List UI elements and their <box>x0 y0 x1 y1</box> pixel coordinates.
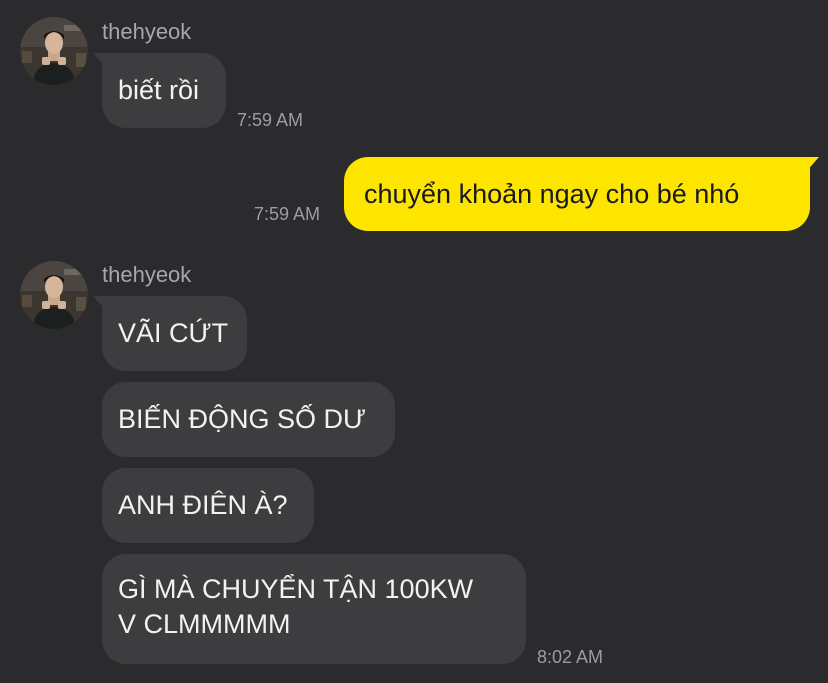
message-timestamp: 7:59 AM <box>254 204 321 224</box>
message-timestamp: 8:02 AM <box>537 647 604 667</box>
sender-name: thehyeok <box>102 262 192 287</box>
sender-avatar[interactable] <box>20 261 88 329</box>
message-bubble[interactable]: GÌ MÀ CHUYỂN TẬN 100KW V CLMMMMM <box>102 554 526 664</box>
profile-photo-avatar-icon <box>20 261 88 329</box>
message-bubble[interactable]: VÃI CỨT <box>93 296 247 371</box>
message-bubble[interactable]: ANH ĐIÊN À? <box>102 468 314 543</box>
message-timestamp: 7:59 AM <box>237 110 304 130</box>
message-bubble[interactable]: biết rồi <box>93 53 226 128</box>
message-bubble[interactable]: BIẾN ĐỘNG SỐ DƯ <box>102 382 395 457</box>
message-bubble-outgoing[interactable]: chuyển khoản ngay cho bé nhó <box>344 157 819 231</box>
sender-avatar[interactable] <box>20 17 88 85</box>
sender-name: thehyeok <box>102 19 192 44</box>
profile-photo-avatar-icon <box>20 17 88 85</box>
